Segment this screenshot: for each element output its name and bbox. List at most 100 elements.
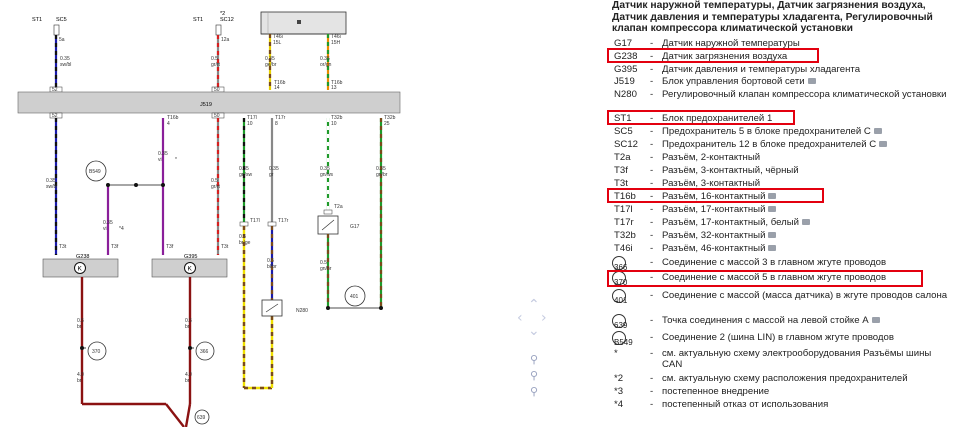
- chevron-left-icon[interactable]: ‹: [517, 311, 523, 325]
- zoom-out-icon[interactable]: ⚲: [530, 386, 538, 397]
- highlight-t16b: [607, 188, 824, 203]
- legend-code: T46i: [614, 243, 633, 254]
- legend-code: *2: [614, 373, 624, 384]
- wire-color: vi: [103, 226, 107, 232]
- pin-5a: 5a: [59, 37, 65, 43]
- wire-color: vi: [158, 157, 162, 163]
- wire-color: gn/ws: [320, 172, 334, 178]
- legend-dash: -: [650, 386, 654, 397]
- legend-title: Датчик наружной температуры, Датчик загр…: [612, 0, 933, 34]
- relay-box: [260, 11, 347, 35]
- wiring-diagram: ST1 SC5 ST1 *2 SC12 5a 12a 0.35 sw/bl 0.…: [17, 11, 401, 427]
- legend-code: G395: [614, 64, 638, 75]
- legend-text: Блок управления бортовой сети: [662, 76, 954, 87]
- camera-icon[interactable]: [807, 78, 816, 85]
- chevron-right-icon[interactable]: ›: [541, 311, 547, 325]
- camera-icon[interactable]: [873, 128, 882, 135]
- pin-label: T2a: [334, 204, 343, 210]
- camera-icon[interactable]: [879, 141, 888, 148]
- wire-color: gn/br: [376, 172, 388, 178]
- legend-text: Разъём, 17-контактный, белый: [662, 217, 954, 228]
- legend-text: Соединение с массой (масса датчика) в жг…: [662, 290, 948, 301]
- wire-color: gr/rt: [211, 184, 221, 190]
- legend-dash: -: [650, 64, 654, 75]
- wire-color: br/ge: [239, 240, 251, 246]
- ground-label: 639: [197, 415, 206, 421]
- pin-label: 10: [331, 121, 337, 127]
- wire-color: gn/sw: [239, 172, 252, 178]
- legend-code: T17r: [614, 217, 634, 228]
- legend-code: T3f: [614, 165, 628, 176]
- legend-code: B549: [614, 338, 633, 347]
- zoom-in-icon[interactable]: ⚲: [530, 354, 538, 365]
- pin-label: 15H: [331, 40, 341, 46]
- pin-label: T17r: [278, 218, 289, 224]
- camera-icon[interactable]: [802, 219, 811, 226]
- zoom-fit-icon[interactable]: ⚲: [530, 370, 538, 381]
- label-st1-a: ST1: [32, 17, 42, 23]
- camera-icon[interactable]: [871, 317, 880, 324]
- legend-dash: -: [650, 348, 654, 359]
- legend-dash: -: [650, 373, 654, 384]
- legend-code: 639: [614, 321, 628, 330]
- wire-color: ge/br: [265, 62, 277, 68]
- legend-dash: -: [650, 89, 654, 100]
- wire-color: bl/br: [267, 264, 277, 270]
- label-st1-b: ST1: [193, 17, 203, 23]
- j519-label: J519: [200, 102, 212, 108]
- legend-code: *3: [614, 386, 624, 397]
- legend-code: T32b: [614, 230, 636, 241]
- highlight-370: [607, 270, 923, 287]
- wire-color: br: [77, 378, 82, 384]
- diagram-navigation: ⌃ ‹ › ⌄ ⚲ ⚲ ⚲: [515, 298, 555, 397]
- note-marker: *: [175, 157, 177, 163]
- legend-dash: -: [650, 399, 654, 410]
- pin-label: T3f: [111, 244, 119, 250]
- legend-text: постепенный отказ от использования: [662, 399, 829, 410]
- wire-color: gn/br: [320, 266, 332, 272]
- legend-text: Разъём, 3-контактный, чёрный: [662, 165, 799, 176]
- wire-color: or/gn: [320, 62, 332, 68]
- wire-color: br: [185, 324, 190, 330]
- ground-label: B549: [89, 169, 101, 175]
- camera-icon[interactable]: [768, 232, 777, 239]
- component-label: G395: [184, 254, 197, 260]
- wire-color: br: [185, 378, 190, 384]
- ground-label: 401: [350, 294, 359, 300]
- highlight-st1: [607, 110, 795, 125]
- legend-dash: -: [650, 152, 654, 163]
- legend-dash: -: [650, 332, 654, 343]
- pin-label: 10: [247, 121, 253, 127]
- pin-label: 8: [275, 121, 278, 127]
- label-sc12: SC12: [220, 17, 234, 23]
- legend-text: Предохранитель 12 в блоке предохранителе…: [662, 139, 954, 150]
- camera-icon[interactable]: [768, 245, 777, 252]
- pin-label: 13: [331, 85, 337, 91]
- chevron-up-icon[interactable]: ⌃: [528, 298, 540, 312]
- legend-dash: -: [650, 257, 654, 268]
- legend-dash: -: [650, 204, 654, 215]
- legend-dash: -: [650, 126, 654, 137]
- pin-label: 25: [384, 121, 390, 127]
- legend-dash: -: [650, 290, 654, 301]
- legend-dash: -: [650, 139, 654, 150]
- pin-label: T3t: [221, 244, 229, 250]
- legend-code: *: [614, 348, 618, 359]
- legend-text: постепенное внедрение: [662, 386, 770, 397]
- legend-text: Предохранитель 5 в блоке предохранителей…: [662, 126, 954, 137]
- legend-dash: -: [650, 230, 654, 241]
- legend-text: см. актуальную схему расположения предох…: [662, 373, 908, 384]
- legend-code: 401: [614, 296, 628, 305]
- legend-dash: -: [650, 76, 654, 87]
- svg-text:K: K: [78, 266, 83, 273]
- camera-icon[interactable]: [768, 206, 777, 213]
- wire-color: sw/bl: [46, 184, 57, 190]
- legend-code: T2a: [614, 152, 631, 163]
- component-label: G238: [76, 254, 89, 260]
- component-label: G17: [350, 224, 360, 230]
- chevron-down-icon[interactable]: ⌄: [528, 324, 540, 338]
- pin-label: 15L: [273, 40, 282, 46]
- legend-dash: -: [650, 243, 654, 254]
- pin-12a: 12a: [221, 37, 230, 43]
- legend-code: *4: [614, 399, 624, 410]
